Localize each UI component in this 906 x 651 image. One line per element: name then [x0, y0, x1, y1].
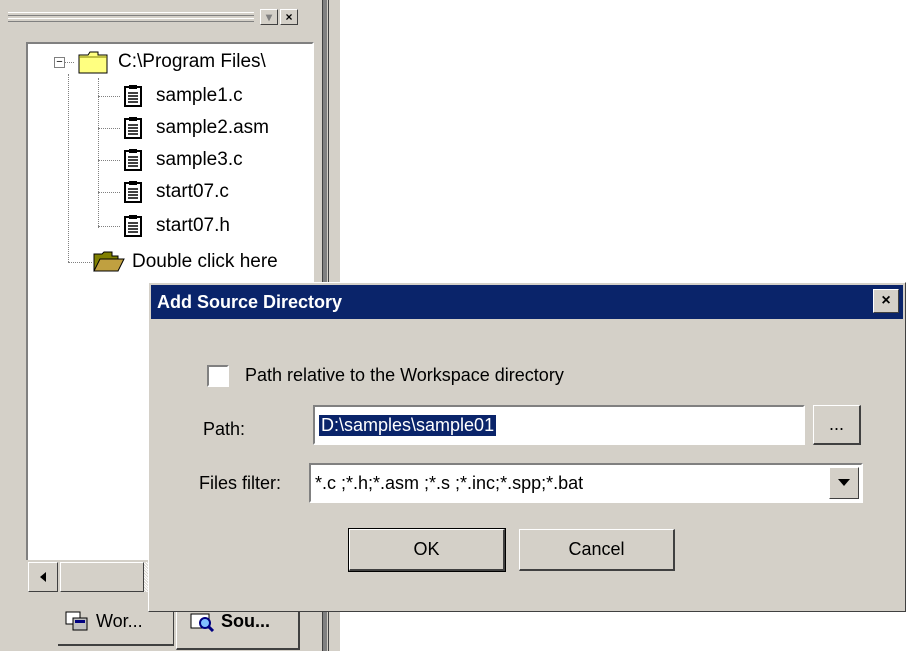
document-icon	[124, 85, 142, 107]
tab-workspace-label: Wor...	[96, 610, 143, 631]
tree-add-directory-item[interactable]: Double click here	[92, 247, 278, 277]
tree-file-label: sample1.c	[156, 85, 243, 106]
scroll-thumb[interactable]	[60, 562, 144, 592]
path-relative-label[interactable]: Path relative to the Workspace directory	[245, 365, 564, 386]
tree-file-label: sample3.c	[156, 149, 243, 170]
open-folder-icon	[93, 251, 125, 272]
files-filter-value: *.c ;*.h;*.asm ;*.s ;*.inc;*.spp;*.bat	[315, 472, 584, 493]
tree-collapse-toggle[interactable]: −	[54, 57, 65, 68]
files-filter-combobox[interactable]: *.c ;*.h;*.asm ;*.s ;*.inc;*.spp;*.bat	[309, 463, 863, 503]
cancel-button[interactable]: Cancel	[519, 529, 675, 571]
add-source-directory-dialog: Add Source Directory × Path relative to …	[148, 282, 906, 612]
source-icon	[190, 613, 215, 632]
tab-sources-label: Sou...	[221, 610, 270, 631]
dialog-close-button[interactable]: ×	[873, 289, 899, 313]
tree-file-item[interactable]: sample1.c	[124, 81, 243, 111]
path-input[interactable]: D:\samples\sample01	[313, 405, 805, 445]
dialog-title-bar[interactable]: Add Source Directory ×	[151, 285, 903, 319]
path-input-value: D:\samples\sample01	[319, 414, 497, 436]
tree-file-label: start07.h	[156, 215, 230, 236]
ok-button[interactable]: OK	[348, 528, 506, 572]
files-filter-label: Files filter:	[199, 473, 282, 493]
workspace-icon	[65, 611, 88, 631]
files-filter-dropdown-button[interactable]	[829, 467, 859, 499]
browse-button-label: ...	[828, 414, 844, 434]
document-icon	[124, 215, 142, 237]
tree-file-item[interactable]: start07.h	[124, 211, 230, 241]
document-icon	[124, 117, 142, 139]
close-icon: ×	[881, 292, 891, 309]
tree-file-item[interactable]: start07.c	[124, 177, 229, 207]
panel-grip[interactable]	[8, 12, 254, 22]
panel-close-button[interactable]: ×	[280, 9, 298, 25]
folder-icon	[78, 51, 108, 74]
browse-button[interactable]: ...	[813, 405, 861, 445]
chevron-down-icon	[838, 479, 850, 486]
tree-add-directory-label: Double click here	[132, 251, 278, 272]
dialog-title: Add Source Directory	[157, 291, 343, 312]
tree-root-folder[interactable]: C:\Program Files\	[78, 47, 266, 77]
arrow-left-icon	[40, 572, 46, 582]
path-label: Path:	[203, 419, 246, 439]
scroll-left-button[interactable]	[28, 562, 58, 592]
cancel-button-label: Cancel	[568, 539, 625, 559]
tree-root-label: C:\Program Files\	[118, 51, 266, 72]
tree-file-item[interactable]: sample2.asm	[124, 113, 269, 143]
tree-file-label: sample2.asm	[156, 117, 269, 138]
panel-minimize-button[interactable]: ▾	[260, 9, 278, 25]
tree-file-label: start07.c	[156, 181, 229, 202]
path-relative-checkbox[interactable]	[207, 365, 229, 387]
document-icon	[124, 149, 142, 171]
ok-button-label: OK	[413, 539, 440, 559]
document-icon	[124, 181, 142, 203]
tree-file-item[interactable]: sample3.c	[124, 145, 243, 175]
